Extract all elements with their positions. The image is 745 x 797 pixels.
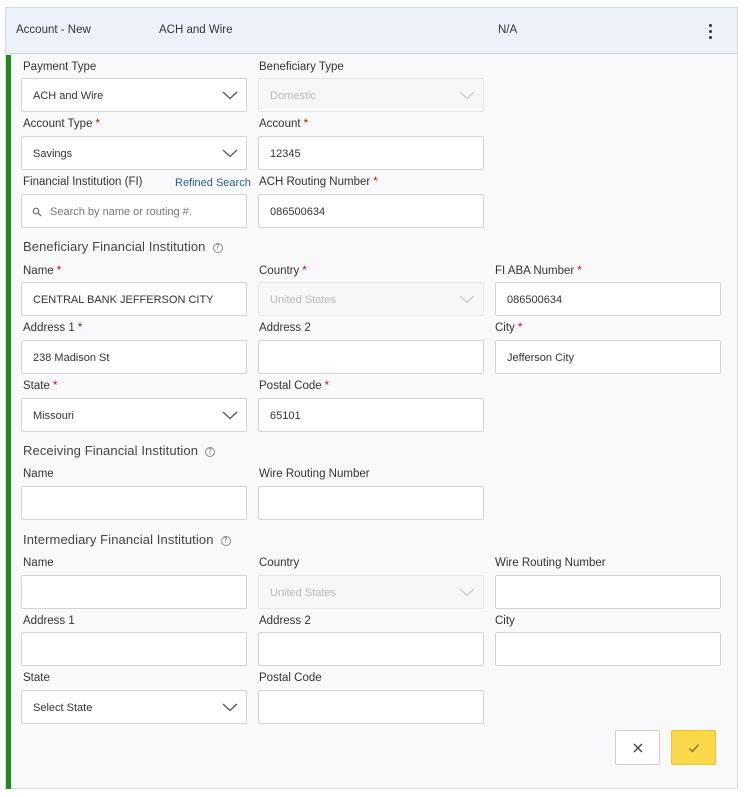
refined-search-link[interactable]: Refined Search (175, 177, 251, 189)
chevron-down-icon (222, 91, 238, 100)
intermediary-name-label: Name (23, 557, 54, 569)
fi-aba-input[interactable]: 086500634 (495, 282, 721, 316)
cancel-button[interactable] (615, 730, 660, 765)
beneficiary-address1-label: Address 1 * (23, 322, 83, 334)
chevron-down-icon (459, 588, 475, 597)
summary-value: N/A (498, 24, 518, 36)
intermediary-postal-label: Postal Code (259, 672, 322, 684)
intermediary-state-select[interactable]: Select State (21, 690, 247, 724)
receiving-name-label: Name (23, 468, 54, 480)
beneficiary-fi-heading: Beneficiary Financial Institution? (23, 239, 223, 254)
account-status-text: Account - New (16, 24, 91, 36)
payment-type-summary: ACH and Wire (159, 24, 233, 36)
beneficiary-city-input[interactable]: Jefferson City (495, 340, 721, 374)
intermediary-city-label: City (495, 615, 515, 627)
receiving-fi-heading: Receiving Financial Institution? (23, 443, 216, 458)
checkmark-icon (689, 744, 699, 753)
beneficiary-state-label: State * (23, 380, 58, 392)
chevron-down-icon (222, 411, 238, 420)
intermediary-country-select: United States (258, 575, 484, 609)
beneficiary-name-input[interactable]: CENTRAL BANK JEFFERSON CITY (21, 282, 247, 316)
close-icon (633, 743, 643, 753)
beneficiary-country-select: United States (258, 282, 484, 316)
financial-institution-label: Financial Institution (FI) (23, 176, 143, 188)
beneficiary-address2-label: Address 2 (259, 322, 311, 334)
intermediary-country-label: Country (259, 557, 300, 569)
intermediary-fi-heading: Intermediary Financial Institution? (23, 532, 231, 547)
receiving-wire-routing-input[interactable] (258, 486, 484, 520)
account-input[interactable]: 12345 (258, 136, 484, 170)
save-button[interactable] (671, 730, 716, 765)
intermediary-address1-label: Address 1 (23, 615, 75, 627)
beneficiary-postal-label: Postal Code * (259, 380, 330, 392)
intermediary-address2-input[interactable] (258, 632, 484, 666)
beneficiary-country-label: Country * (259, 265, 307, 277)
chevron-down-icon (459, 91, 475, 100)
chevron-down-icon (222, 149, 238, 158)
beneficiary-city-label: City * (495, 322, 523, 334)
intermediary-name-input[interactable] (21, 575, 247, 609)
beneficiary-type-label: Beneficiary Type (259, 61, 344, 73)
beneficiary-address1-input[interactable]: 238 Madison St (21, 340, 247, 374)
account-type-label: Account Type * (23, 118, 100, 130)
beneficiary-state-select[interactable]: Missouri (21, 398, 247, 432)
payment-type-label: Payment Type (23, 61, 97, 73)
ach-routing-label: ACH Routing Number * (259, 176, 378, 188)
beneficiary-name-label: Name * (23, 265, 62, 277)
fi-search-input[interactable]: Search by name or routing #. (21, 194, 247, 228)
form-header: Account - New ACH and Wire N/A (6, 8, 737, 54)
intermediary-wire-routing-input[interactable] (495, 575, 721, 609)
payment-type-select[interactable]: ACH and Wire (21, 78, 247, 112)
more-options-icon[interactable] (699, 18, 723, 44)
account-type-select[interactable]: Savings (21, 136, 247, 170)
intermediary-city-input[interactable] (495, 632, 721, 666)
intermediary-wire-routing-label: Wire Routing Number (495, 557, 606, 569)
fi-aba-label: FI ABA Number * (495, 265, 582, 277)
intermediary-address2-label: Address 2 (259, 615, 311, 627)
account-label: Account * (259, 118, 309, 130)
intermediary-postal-input[interactable] (258, 690, 484, 724)
search-icon (32, 207, 42, 217)
chevron-down-icon (222, 703, 238, 712)
status-accent-bar (6, 55, 11, 789)
beneficiary-address2-input[interactable] (258, 340, 484, 374)
intermediary-address1-input[interactable] (21, 632, 247, 666)
intermediary-state-label: State (23, 672, 50, 684)
ach-routing-input[interactable]: 086500634 (258, 194, 484, 228)
receiving-name-input[interactable] (21, 486, 247, 520)
beneficiary-postal-input[interactable]: 65101 (258, 398, 484, 432)
help-icon[interactable]: ? (205, 447, 216, 457)
receiving-wire-routing-label: Wire Routing Number (259, 468, 370, 480)
help-icon[interactable]: ? (220, 536, 231, 546)
beneficiary-type-select: Domestic (258, 78, 484, 112)
help-icon[interactable]: ? (212, 243, 223, 253)
chevron-down-icon (459, 295, 475, 304)
